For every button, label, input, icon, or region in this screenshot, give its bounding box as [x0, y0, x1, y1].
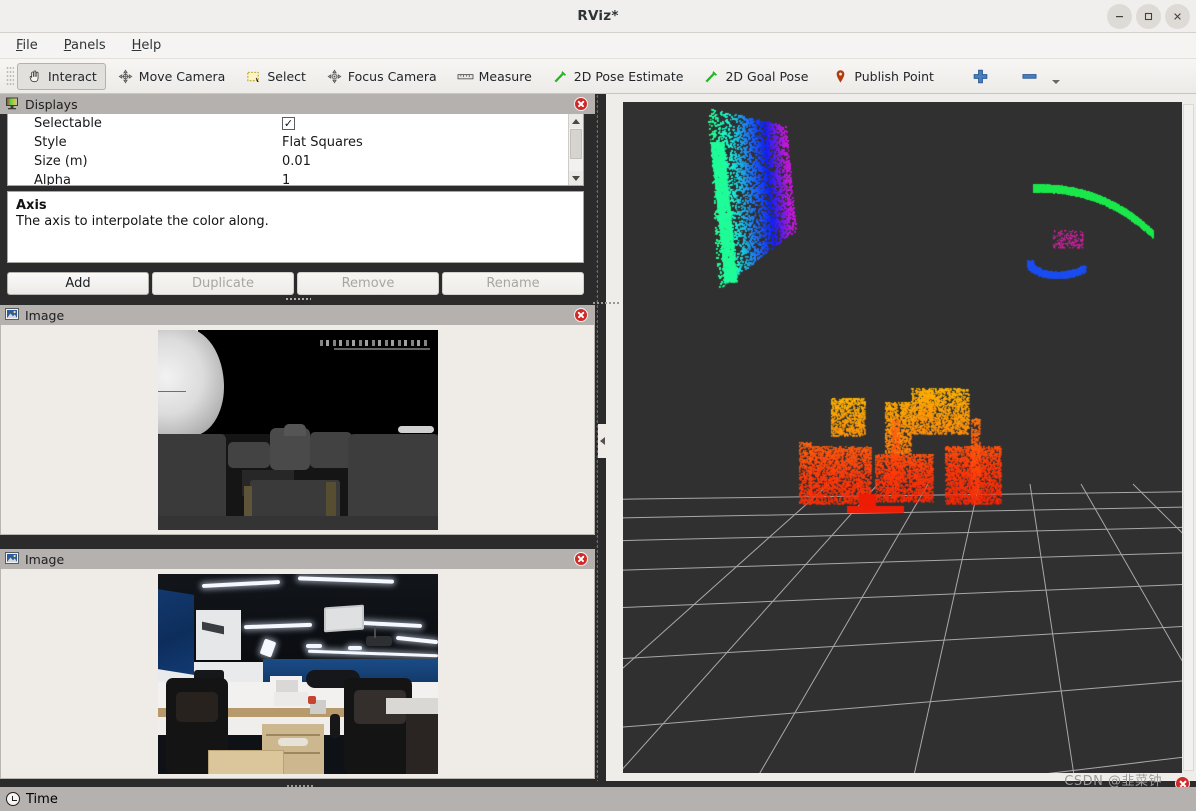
- select-rectangle-icon: [245, 68, 262, 85]
- rename-button[interactable]: Rename: [442, 272, 584, 295]
- time-panel-title: Time: [26, 791, 58, 807]
- depth-camera-image: [157, 329, 438, 530]
- property-row[interactable]: Size (m) 0.01: [8, 152, 583, 171]
- tool-2d-goal-pose[interactable]: 2D Goal Pose: [694, 63, 817, 90]
- focus-camera-icon: [326, 68, 343, 85]
- title-bar: RViz*: [0, 0, 1196, 33]
- property-row[interactable]: Style Flat Squares: [8, 133, 583, 152]
- property-name: Style: [34, 135, 67, 150]
- menu-help[interactable]: Help: [128, 36, 166, 55]
- help-text: The axis to interpolate the color along.: [16, 214, 269, 229]
- tool-interact-label: Interact: [48, 68, 97, 84]
- view-vertical-scrollbar[interactable]: [1183, 104, 1194, 771]
- property-value[interactable]: ✓: [276, 116, 583, 131]
- help-title: Axis: [16, 198, 47, 213]
- tool-measure-label: Measure: [478, 68, 532, 84]
- property-name: Selectable: [34, 116, 102, 131]
- tool-2d-pose-estimate[interactable]: 2D Pose Estimate: [543, 63, 693, 90]
- map-pin-icon: [832, 68, 849, 85]
- property-help-box: Axis The axis to interpolate the color a…: [7, 191, 584, 263]
- toolbar-drag-handle[interactable]: [6, 66, 14, 86]
- remove-tool-button[interactable]: [1012, 63, 1047, 90]
- add-tool-button[interactable]: [963, 63, 998, 90]
- image-panel-icon: [5, 551, 19, 568]
- tool-2d-goal-pose-label: 2D Goal Pose: [725, 68, 809, 84]
- property-value[interactable]: Flat Squares: [276, 135, 583, 150]
- duplicate-button[interactable]: Duplicate: [152, 272, 294, 295]
- point-cloud-canvas: [623, 102, 1182, 773]
- time-panel: Time: [0, 787, 1196, 811]
- image-rgb-title-bar: Image: [0, 549, 595, 569]
- green-arrow-icon: [703, 68, 720, 85]
- toolbar-overflow-button[interactable]: [1049, 63, 1063, 90]
- property-row[interactable]: Selectable ✓: [8, 114, 583, 133]
- tool-select-label: Select: [267, 68, 306, 84]
- displays-panel-title: Displays: [25, 96, 78, 112]
- displays-button-row: Add Duplicate Remove Rename: [7, 272, 584, 295]
- scroll-thumb[interactable]: [570, 129, 582, 159]
- image-depth-resize-grip[interactable]: [592, 301, 620, 306]
- displays-property-tree[interactable]: Selectable ✓ Style Flat Squares Size (m)…: [7, 114, 584, 186]
- tool-2d-pose-estimate-label: 2D Pose Estimate: [573, 68, 684, 84]
- scroll-down-icon[interactable]: [569, 171, 583, 185]
- window-title: RViz*: [577, 8, 619, 24]
- tool-move-camera[interactable]: Move Camera: [108, 63, 235, 90]
- remove-button[interactable]: Remove: [297, 272, 439, 295]
- image-panel-depth: Image: [0, 305, 595, 535]
- property-name: Size (m): [34, 154, 88, 169]
- tool-move-camera-label: Move Camera: [138, 68, 226, 84]
- minus-icon: [1021, 68, 1038, 85]
- tool-bar: Interact Move Camera Select Focus Camera…: [0, 59, 1196, 94]
- close-button[interactable]: [1165, 4, 1190, 29]
- displays-panel-resize-grip[interactable]: [284, 297, 311, 302]
- property-value[interactable]: 0.01: [276, 154, 583, 169]
- minimize-button[interactable]: [1107, 4, 1132, 29]
- collapse-left-dock-button[interactable]: [598, 424, 607, 458]
- tool-measure[interactable]: Measure: [448, 63, 541, 90]
- scroll-up-icon[interactable]: [569, 114, 583, 128]
- left-dock: Displays Selectable ✓ Style Flat Squares…: [0, 94, 606, 811]
- displays-panel-close-icon[interactable]: [574, 97, 588, 111]
- image-depth-title: Image: [25, 307, 65, 323]
- tool-focus-camera-label: Focus Camera: [347, 68, 437, 84]
- displays-panel-title-bar: Displays: [0, 94, 595, 114]
- tool-publish-point-label: Publish Point: [854, 68, 934, 84]
- ruler-icon: [457, 68, 474, 85]
- displays-panel: Displays Selectable ✓ Style Flat Squares…: [0, 94, 595, 302]
- add-button[interactable]: Add: [7, 272, 149, 295]
- property-tree-scrollbar[interactable]: [568, 114, 583, 185]
- tool-publish-point[interactable]: Publish Point: [823, 63, 943, 90]
- selectable-checkbox[interactable]: ✓: [282, 117, 295, 130]
- hand-cursor-icon: [26, 68, 43, 85]
- move-camera-icon: [117, 68, 134, 85]
- plus-icon: [972, 68, 989, 85]
- clock-icon: [6, 792, 20, 806]
- collapse-left-icon: [600, 437, 605, 445]
- image-depth-title-bar: Image: [0, 305, 595, 325]
- property-name: Alpha: [34, 173, 71, 186]
- image-depth-close-icon[interactable]: [574, 308, 588, 322]
- window-controls: [1107, 4, 1190, 29]
- image-panel-icon: [5, 307, 19, 324]
- tool-focus-camera[interactable]: Focus Camera: [317, 63, 446, 90]
- 3d-render-view[interactable]: [623, 102, 1182, 773]
- tool-select[interactable]: Select: [236, 63, 315, 90]
- property-row[interactable]: Alpha 1: [8, 171, 583, 186]
- image-rgb-close-icon[interactable]: [574, 552, 588, 566]
- menu-bar: File Panels Help: [0, 33, 1196, 59]
- displays-monitor-icon: [5, 96, 19, 113]
- image-panel-rgb: Image: [0, 549, 595, 779]
- menu-panels[interactable]: Panels: [60, 36, 110, 55]
- property-value[interactable]: 1: [276, 173, 583, 185]
- image-depth-body: [0, 325, 595, 535]
- maximize-button[interactable]: [1136, 4, 1161, 29]
- tool-interact[interactable]: Interact: [17, 62, 106, 90]
- rgb-camera-office-image: [157, 573, 438, 774]
- green-arrow-icon: [552, 68, 569, 85]
- menu-file[interactable]: File: [12, 36, 42, 55]
- image-rgb-title: Image: [25, 551, 65, 567]
- rviz-window: RViz* File Panels Help Interact Move Cam…: [0, 0, 1196, 811]
- image-rgb-body: [0, 569, 595, 779]
